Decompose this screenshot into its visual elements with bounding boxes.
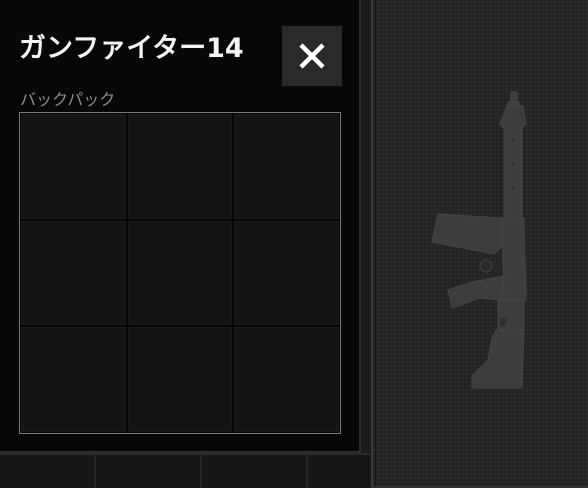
inventory-slot[interactable] bbox=[20, 326, 127, 433]
background-slot bbox=[0, 455, 96, 488]
item-preview-frame bbox=[375, 0, 588, 486]
inventory-slot[interactable] bbox=[126, 219, 234, 327]
inventory-slot[interactable] bbox=[233, 113, 340, 220]
inventory-slot[interactable] bbox=[20, 219, 127, 327]
backpack-slot-grid bbox=[19, 112, 341, 434]
inventory-slot[interactable] bbox=[233, 219, 340, 327]
inventory-screen: ガンファイター14 バックパック bbox=[0, 0, 588, 488]
inventory-slot[interactable] bbox=[233, 326, 340, 433]
close-button[interactable] bbox=[282, 26, 342, 86]
inventory-slot[interactable] bbox=[126, 113, 234, 220]
background-inventory-row bbox=[0, 453, 370, 488]
background-slot bbox=[96, 455, 202, 488]
background-slot bbox=[202, 455, 308, 488]
container-title: ガンファイター14 bbox=[19, 33, 244, 64]
close-icon bbox=[299, 43, 325, 69]
inventory-slot[interactable] bbox=[126, 326, 234, 433]
section-label-backpack: バックパック bbox=[20, 90, 116, 109]
inventory-slot[interactable] bbox=[20, 113, 127, 220]
item-preview-panel bbox=[371, 0, 588, 488]
assault-rifle-icon bbox=[431, 91, 527, 389]
container-panel: ガンファイター14 バックパック bbox=[0, 0, 361, 453]
